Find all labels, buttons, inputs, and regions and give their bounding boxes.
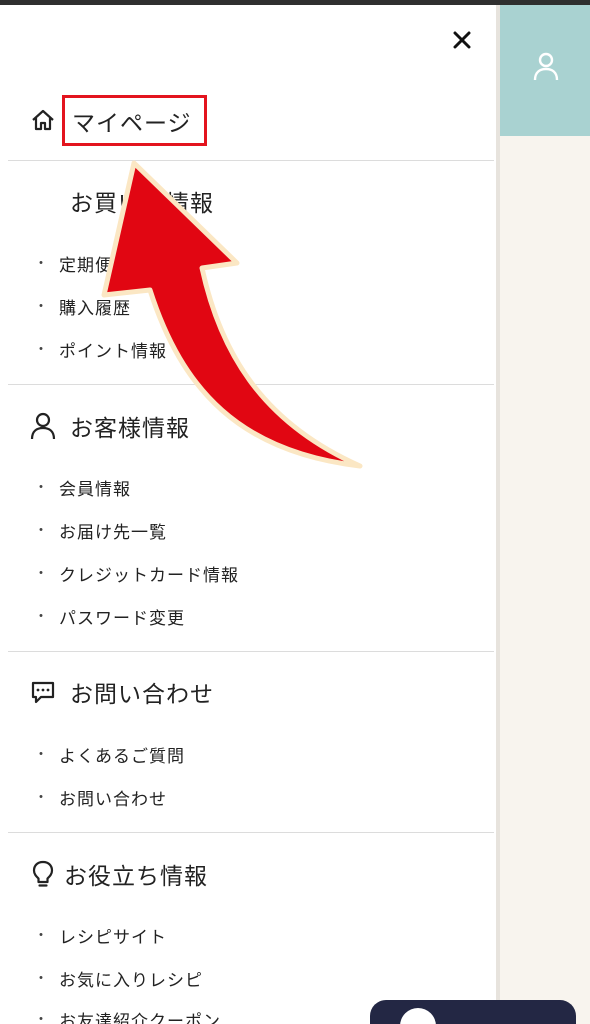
floating-button[interactable] — [370, 1000, 576, 1024]
user-icon[interactable] — [533, 52, 559, 82]
close-button[interactable] — [446, 24, 478, 56]
bullet: ・ — [34, 256, 49, 272]
menu-item-label: 定期便 — [59, 255, 113, 276]
menu-item-label: お気に入りレシピ — [59, 970, 203, 991]
menu-item-member-info[interactable]: ・会員情報 — [34, 474, 131, 500]
section-title: お客様情報 — [70, 416, 190, 442]
drawer-edge — [496, 5, 500, 1024]
bullet: ・ — [34, 971, 49, 987]
divider — [8, 384, 494, 385]
divider — [8, 160, 494, 161]
bullet: ・ — [34, 342, 49, 358]
menu-item-label: パスワード変更 — [59, 608, 185, 629]
menu-item-label: よくあるご質問 — [59, 746, 185, 767]
bullet: ・ — [34, 480, 49, 496]
person-icon — [28, 411, 58, 441]
divider — [8, 651, 494, 652]
floating-button-icon — [400, 1008, 436, 1024]
menu-item-label: お友達紹介クーポン — [59, 1011, 221, 1024]
menu-item-referral-coupon[interactable]: ・お友達紹介クーポン — [34, 1006, 221, 1024]
divider — [8, 832, 494, 833]
bullet: ・ — [34, 299, 49, 315]
menu-item-inquiry[interactable]: ・お問い合わせ — [34, 784, 167, 810]
mypage-label[interactable]: マイページ — [72, 104, 192, 138]
section-shopping: お買い物情報 — [28, 181, 214, 221]
bullet: ・ — [34, 609, 49, 625]
bullet: ・ — [34, 790, 49, 806]
section-title: お問い合わせ — [70, 682, 214, 708]
menu-item-label: 購入履歴 — [59, 298, 131, 319]
menu-item-purchase-history[interactable]: ・購入履歴 — [34, 293, 131, 319]
menu-item-label: クレジットカード情報 — [59, 565, 239, 586]
menu-item-label: レシピサイト — [59, 927, 167, 948]
bullet: ・ — [34, 747, 49, 763]
background-content — [500, 136, 590, 1024]
menu-item-label: お問い合わせ — [59, 789, 167, 810]
bullet: ・ — [34, 928, 49, 944]
menu-item-label: ポイント情報 — [59, 341, 167, 362]
bullet: ・ — [34, 523, 49, 539]
lightbulb-icon — [28, 859, 58, 889]
home-icon — [28, 105, 58, 135]
section-customer: お客様情報 — [28, 406, 190, 446]
menu-item-favorite-recipes[interactable]: ・お気に入りレシピ — [34, 965, 203, 991]
menu-item-delivery-addresses[interactable]: ・お届け先一覧 — [34, 517, 167, 543]
menu-item-password-change[interactable]: ・パスワード変更 — [34, 603, 185, 629]
menu-item-label: 会員情報 — [59, 479, 131, 500]
close-icon — [453, 31, 471, 49]
section-title: お役立ち情報 — [64, 864, 208, 890]
bullet: ・ — [34, 566, 49, 582]
menu-item-recipe-site[interactable]: ・レシピサイト — [34, 922, 167, 948]
section-title: お買い物情報 — [70, 191, 214, 217]
bullet: ・ — [34, 1012, 49, 1024]
section-useful-info: お役立ち情報 — [28, 854, 208, 894]
chat-bubble-icon — [28, 677, 58, 707]
menu-item-subscription[interactable]: ・定期便 — [34, 250, 113, 276]
cart-icon — [28, 186, 58, 216]
menu-item-faq[interactable]: ・よくあるご質問 — [34, 741, 185, 767]
menu-item-credit-card[interactable]: ・クレジットカード情報 — [34, 560, 239, 586]
menu-item-label: お届け先一覧 — [59, 522, 167, 543]
section-contact: お問い合わせ — [28, 672, 214, 712]
menu-item-points[interactable]: ・ポイント情報 — [34, 336, 167, 362]
